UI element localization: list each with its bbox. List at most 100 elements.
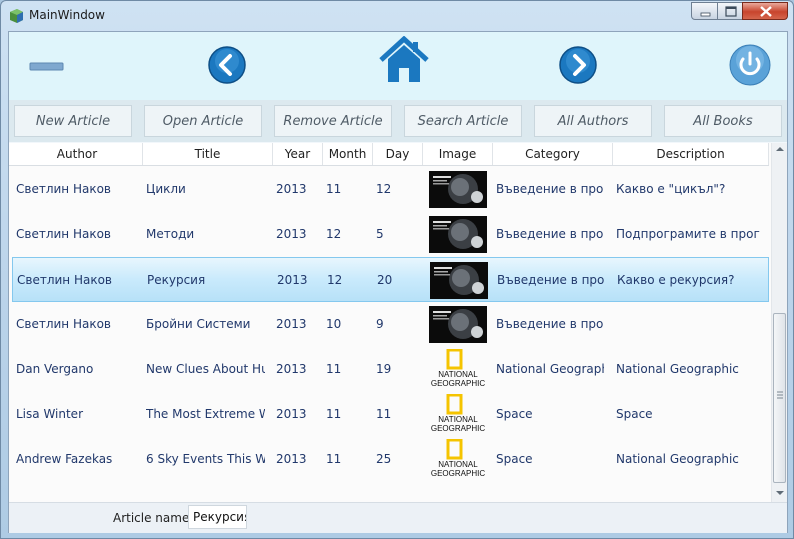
- column-header-description[interactable]: Description: [613, 143, 769, 165]
- client-area: New Article Open Article Remove Article …: [8, 31, 788, 533]
- month-cell: 11: [326, 407, 342, 421]
- action-toolbar: New Article Open Article Remove Article …: [9, 100, 787, 142]
- forward-arrow-icon[interactable]: [558, 45, 598, 85]
- year-cell: 2013: [276, 452, 307, 466]
- articles-grid[interactable]: Author Title Year Month Day Image Catego…: [9, 143, 787, 502]
- article-name-field[interactable]: Рекурсия: [188, 505, 247, 529]
- close-icon: [760, 6, 772, 17]
- maximize-button[interactable]: [717, 2, 743, 20]
- category-cell: Space: [496, 452, 533, 466]
- status-bar: Article name: Рекурсия: [9, 502, 787, 533]
- table-row[interactable]: Светлин Наков Методи 2013 12 5 Въведение в пр…: [12, 212, 769, 257]
- back-arrow-icon[interactable]: [207, 45, 247, 85]
- open-article-button[interactable]: Open Article: [144, 105, 262, 137]
- column-header-day[interactable]: Day: [373, 143, 423, 165]
- year-cell: 2013: [276, 362, 307, 376]
- year-cell: 2013: [276, 182, 307, 196]
- category-cell: Въведение в програмирането: [496, 317, 604, 331]
- svg-text:NATIONAL: NATIONAL: [438, 415, 478, 424]
- navigation-bar: [9, 32, 787, 100]
- table-row[interactable]: Светлин Наков Рекурсия 2013 12 20 Въведение в…: [12, 257, 769, 302]
- table-row[interactable]: Andrew Fazekas 6 Sky Events This Week 2013…: [12, 437, 769, 482]
- author-cell: Светлин Наков: [16, 227, 111, 241]
- category-cell: Въведение в програмирането: [497, 273, 605, 287]
- table-row[interactable]: Светлин Наков Бройни Системи 2013 10 9 Въведе…: [12, 302, 769, 347]
- title-cell: Цикли: [146, 182, 186, 196]
- category-cell: National Geographic: [496, 362, 604, 376]
- year-cell: 2013: [276, 407, 307, 421]
- title-bar[interactable]: MainWindow: [1, 1, 793, 31]
- column-header-image[interactable]: Image: [423, 143, 493, 165]
- category-cell: Въведение в програмирането: [496, 182, 604, 196]
- description-cell: Какво е "цикъл"?: [616, 182, 726, 196]
- table-row[interactable]: Светлин Наков Цикли 2013 11 12 Въведение в пр…: [12, 167, 769, 212]
- column-header-year[interactable]: Year: [273, 143, 323, 165]
- maximize-icon: [725, 6, 737, 17]
- column-header-author[interactable]: Author: [12, 143, 143, 165]
- year-cell: 2013: [277, 273, 308, 287]
- title-cell: Бройни Системи: [146, 317, 251, 331]
- svg-text:GEOGRAPHIC: GEOGRAPHIC: [431, 424, 485, 433]
- grid-header: Author Title Year Month Day Image Catego…: [9, 143, 769, 166]
- national-geographic-logo-image: NATIONALGEOGRAPHIC: [431, 349, 485, 388]
- day-cell: 5: [376, 227, 384, 241]
- column-header-month[interactable]: Month: [323, 143, 373, 165]
- remove-article-button[interactable]: Remove Article: [274, 105, 392, 137]
- title-cell: Методи: [146, 227, 195, 241]
- author-cell: Светлин Наков: [16, 182, 111, 196]
- grip-icon: [777, 391, 783, 399]
- article-thumbnail-image: [429, 171, 487, 208]
- column-header-title[interactable]: Title: [143, 143, 273, 165]
- table-row[interactable]: Lisa Winter The Most Extreme Weather 2013 1…: [12, 392, 769, 437]
- svg-text:NATIONAL: NATIONAL: [438, 460, 478, 469]
- day-cell: 20: [377, 273, 393, 287]
- all-authors-button[interactable]: All Authors: [534, 105, 652, 137]
- title-cell: 6 Sky Events This Week: [146, 452, 265, 466]
- description-cell: Подпрограмите в програмирането: [616, 227, 760, 241]
- svg-text:GEOGRAPHIC: GEOGRAPHIC: [431, 469, 485, 478]
- table-row[interactable]: Dan Vergano New Clues About Human Origins…: [12, 347, 769, 392]
- day-cell: 9: [376, 317, 384, 331]
- scrollbar-thumb[interactable]: [773, 313, 786, 483]
- year-cell: 2013: [276, 317, 307, 331]
- all-books-button[interactable]: All Books: [664, 105, 782, 137]
- scroll-up-icon[interactable]: [775, 145, 785, 153]
- day-cell: 25: [376, 452, 392, 466]
- description-cell: Какво е рекурсия?: [617, 273, 735, 287]
- minimize-icon: [700, 12, 711, 17]
- scroll-down-icon[interactable]: [775, 489, 785, 497]
- svg-text:GEOGRAPHIC: GEOGRAPHIC: [431, 379, 485, 388]
- article-thumbnail-image: [429, 216, 487, 253]
- article-thumbnail-image: [430, 262, 488, 299]
- minimize-button[interactable]: [691, 2, 718, 20]
- month-cell: 12: [327, 273, 343, 287]
- power-icon[interactable]: [729, 44, 771, 86]
- national-geographic-logo-image: NATIONALGEOGRAPHIC: [431, 439, 485, 478]
- minus-icon[interactable]: [29, 61, 65, 73]
- column-header-category[interactable]: Category: [493, 143, 613, 165]
- author-cell: Светлин Наков: [16, 317, 111, 331]
- new-article-button[interactable]: New Article: [14, 105, 132, 137]
- close-button[interactable]: [742, 2, 788, 20]
- title-cell: New Clues About Human Origins: [146, 362, 265, 376]
- month-cell: 11: [326, 182, 342, 196]
- home-icon[interactable]: [379, 36, 429, 84]
- description-cell: National Geographic: [616, 362, 739, 376]
- national-geographic-logo-image: NATIONALGEOGRAPHIC: [431, 394, 485, 433]
- author-cell: Lisa Winter: [16, 407, 84, 421]
- category-cell: Въведение в програмирането: [496, 227, 604, 241]
- window-title: MainWindow: [29, 8, 105, 22]
- main-window: MainWindow New Article Open Article Remo…: [0, 0, 794, 539]
- month-cell: 11: [326, 452, 342, 466]
- search-article-button[interactable]: Search Article: [404, 105, 522, 137]
- vertical-scrollbar[interactable]: [771, 143, 787, 502]
- author-cell: Светлин Наков: [17, 273, 112, 287]
- description-cell: [616, 302, 760, 347]
- article-thumbnail-image: [429, 306, 487, 343]
- month-cell: 12: [326, 227, 342, 241]
- title-cell: Рекурсия: [147, 273, 206, 287]
- description-cell: Space: [616, 407, 653, 421]
- year-cell: 2013: [276, 227, 307, 241]
- day-cell: 19: [376, 362, 392, 376]
- day-cell: 11: [376, 407, 392, 421]
